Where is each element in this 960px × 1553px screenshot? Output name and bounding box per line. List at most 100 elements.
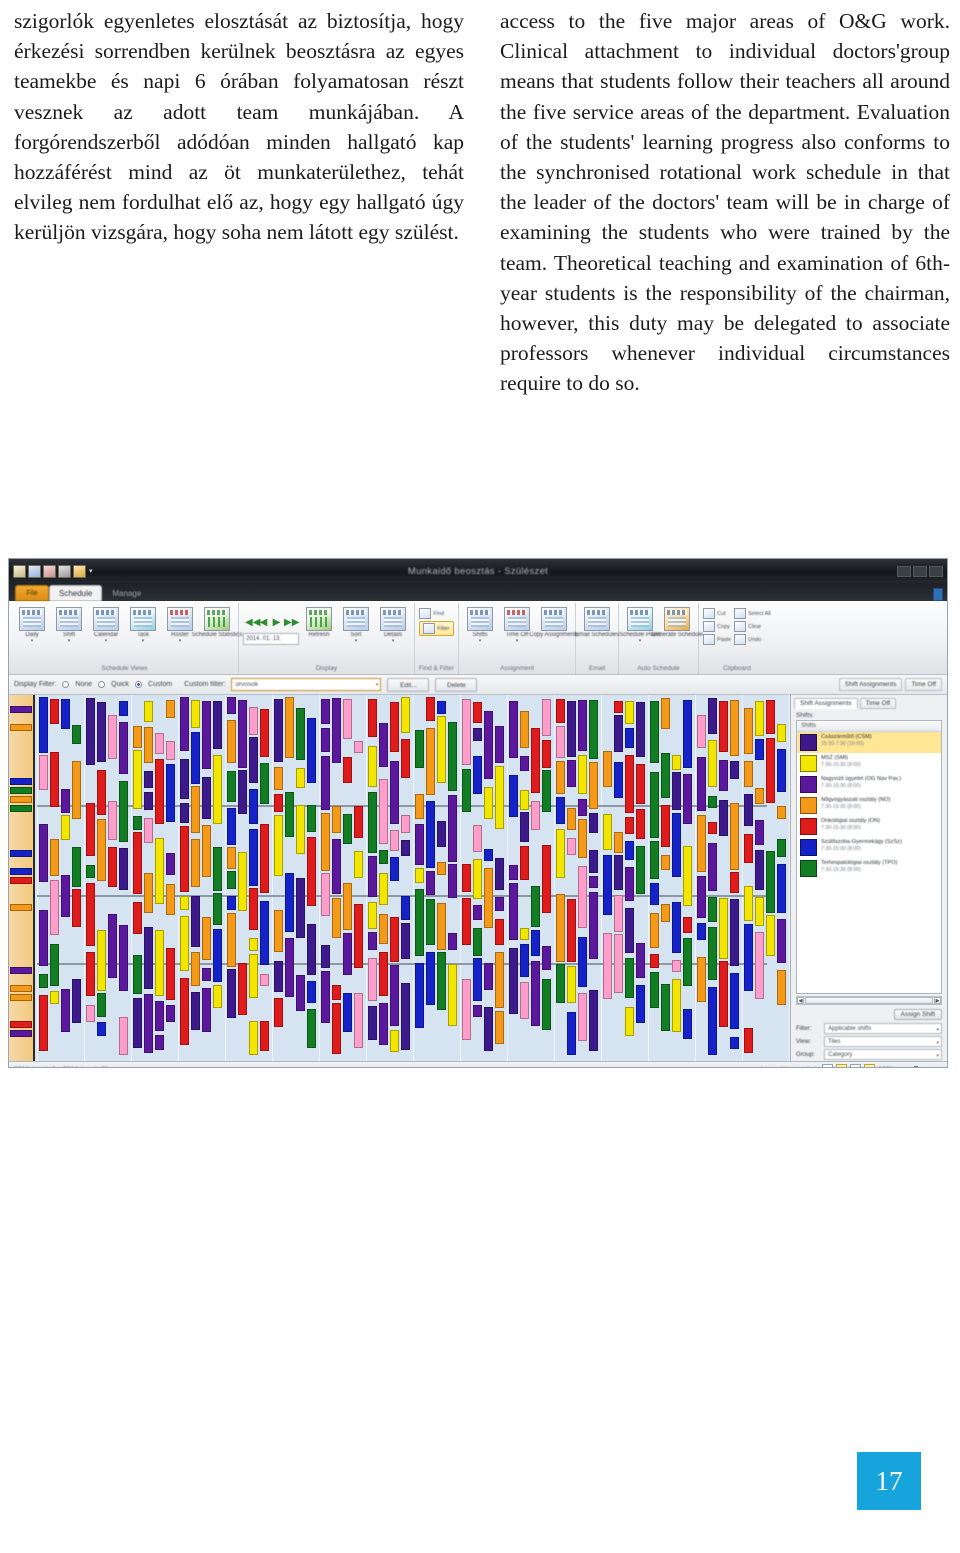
shift-block[interactable] (50, 880, 59, 935)
shift-block[interactable] (274, 794, 283, 812)
shift-block[interactable] (755, 701, 764, 736)
shift-list[interactable]: Shifts Császárműtő (CSM) 15:30-7:30 (16:0… (796, 720, 942, 994)
shift-block[interactable] (426, 801, 435, 868)
shift-block[interactable] (614, 934, 623, 993)
shift-block[interactable] (531, 801, 540, 830)
shift-block[interactable] (484, 1007, 493, 1051)
shift-block[interactable] (755, 897, 764, 926)
shift-block[interactable] (144, 818, 153, 843)
close-button[interactable] (929, 565, 943, 577)
shift-block[interactable] (589, 876, 598, 888)
ribbon-button-generate-schedule[interactable]: Generate Schedule (651, 605, 703, 639)
shift-block[interactable] (650, 913, 659, 948)
ribbon-button-copy-assignments[interactable]: Copy Assignments (529, 605, 579, 639)
chevron-down-icon[interactable]: ▾ (392, 639, 395, 644)
ribbon-button-shifts[interactable]: Shifts ▾ (463, 605, 497, 644)
shift-block[interactable] (155, 1001, 164, 1031)
shift-block[interactable] (484, 711, 493, 779)
shift-block[interactable] (473, 905, 482, 920)
shift-block[interactable] (614, 832, 623, 853)
shift-block[interactable] (777, 919, 786, 963)
shift-block[interactable] (744, 761, 753, 787)
chevron-down-icon[interactable]: ▾ (142, 639, 145, 644)
shift-block[interactable] (180, 697, 189, 751)
shift-block[interactable] (755, 739, 764, 760)
shift-block[interactable] (462, 864, 471, 892)
shift-block[interactable] (520, 812, 529, 842)
shift-block[interactable] (697, 957, 706, 1002)
shift-block[interactable] (354, 904, 363, 968)
shift-block[interactable] (744, 834, 753, 863)
shift-block[interactable] (191, 700, 200, 728)
shift-block[interactable] (636, 985, 645, 1023)
shift-block[interactable] (368, 792, 377, 853)
shift-block[interactable] (213, 893, 222, 925)
shift-block[interactable] (213, 985, 222, 1008)
shift-block[interactable] (744, 794, 753, 826)
shift-block[interactable] (249, 829, 258, 886)
shift-block[interactable] (683, 938, 692, 986)
shift-block[interactable] (567, 760, 576, 787)
shift-block[interactable] (332, 985, 341, 1000)
shift-block[interactable] (285, 873, 294, 932)
chevron-down-icon[interactable]: ▾ (479, 639, 482, 644)
shift-block[interactable] (578, 937, 587, 987)
shift-block[interactable] (227, 808, 236, 845)
shift-block[interactable] (730, 899, 739, 966)
shift-block[interactable] (578, 866, 587, 928)
shift-block[interactable] (462, 769, 471, 812)
shift-block[interactable] (625, 841, 634, 860)
shift-block[interactable] (415, 963, 424, 1028)
shift-block[interactable] (213, 755, 222, 824)
shift-block[interactable] (509, 701, 518, 758)
shift-block[interactable] (777, 749, 786, 792)
shift-block[interactable] (343, 699, 352, 739)
shift-block[interactable] (368, 902, 377, 929)
shift-block[interactable] (614, 715, 623, 752)
tab-shift-assignments-top[interactable]: Shift Assignments (838, 678, 903, 691)
shift-block[interactable] (589, 813, 598, 833)
shift-block[interactable] (379, 952, 388, 996)
help-icon[interactable] (933, 588, 943, 601)
shift-block[interactable] (39, 824, 48, 882)
shift-block[interactable] (390, 917, 399, 962)
shift-block[interactable] (661, 855, 670, 870)
chevron-down-icon[interactable]: ▾ (516, 639, 519, 644)
shift-block[interactable] (567, 899, 576, 962)
shift-block[interactable] (661, 805, 670, 847)
shift-block[interactable] (180, 759, 189, 799)
shift-block[interactable] (321, 813, 330, 871)
shift-block[interactable] (133, 726, 142, 748)
ribbon-button-paste[interactable]: Paste (703, 634, 731, 645)
shift-block[interactable] (589, 990, 598, 1051)
shift-block[interactable] (777, 864, 786, 913)
shift-block[interactable] (296, 975, 305, 1011)
shift-block[interactable] (213, 929, 222, 982)
shift-block[interactable] (401, 896, 410, 920)
shift-block[interactable] (321, 873, 330, 916)
shift-block[interactable] (556, 964, 565, 1003)
shift-block[interactable] (625, 867, 634, 901)
shift-block[interactable] (379, 873, 388, 905)
shift-block[interactable] (415, 889, 424, 956)
shift-block[interactable] (578, 755, 587, 794)
shift-block[interactable] (730, 803, 739, 870)
redo-icon[interactable] (43, 564, 56, 578)
shift-block[interactable] (484, 963, 493, 990)
chevron-down-icon[interactable]: ▾ (936, 1051, 939, 1061)
shift-block[interactable] (274, 699, 283, 762)
shift-block[interactable] (97, 1022, 106, 1036)
shift-block[interactable] (578, 993, 587, 1041)
shift-block[interactable] (708, 698, 717, 734)
shift-block[interactable] (755, 850, 764, 890)
shift-block[interactable] (119, 1017, 128, 1055)
radio-custom[interactable] (135, 681, 143, 688)
shift-block[interactable] (495, 726, 504, 763)
shift-block[interactable] (719, 898, 728, 959)
shift-block[interactable] (755, 820, 764, 845)
shift-block[interactable] (708, 897, 717, 922)
shift-block[interactable] (766, 915, 775, 956)
shift-block[interactable] (97, 993, 106, 1017)
shift-block[interactable] (531, 961, 540, 1026)
chevron-down-icon[interactable]: ▾ (179, 639, 182, 644)
